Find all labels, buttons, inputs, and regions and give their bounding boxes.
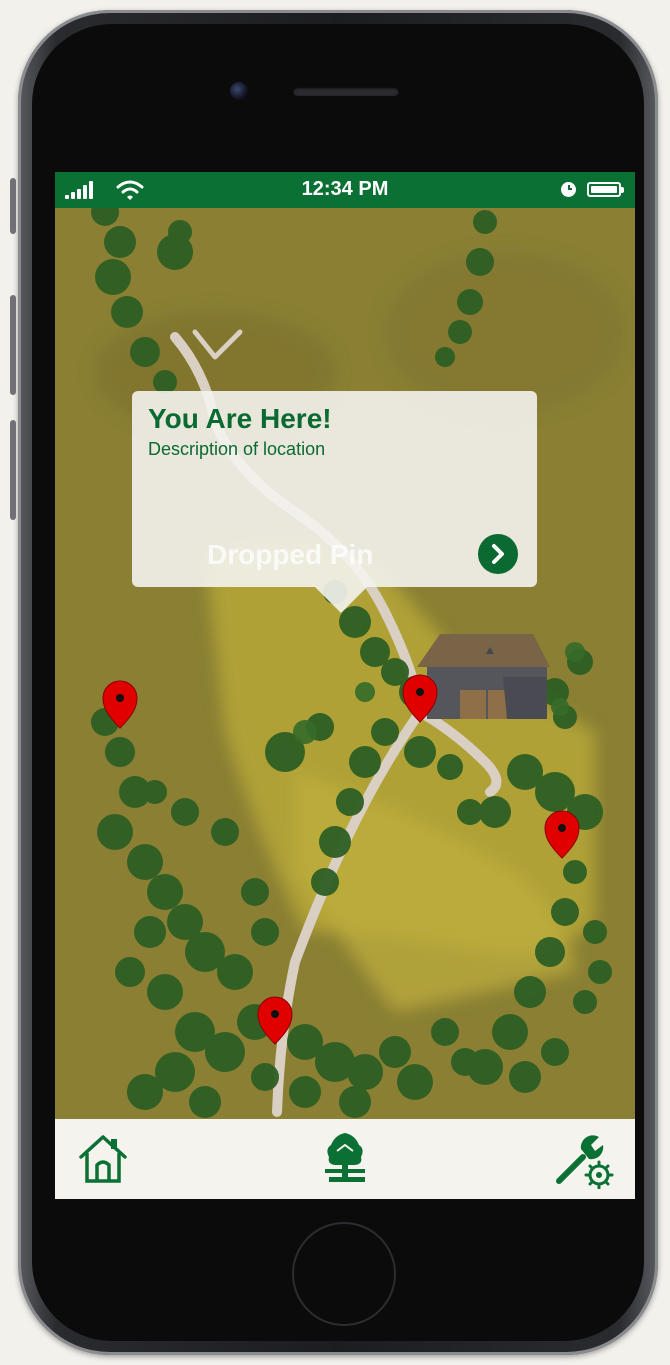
volume-up-button bbox=[10, 295, 16, 395]
tree-icon bbox=[325, 1133, 365, 1182]
volume-down-button bbox=[10, 420, 16, 520]
tab-bar bbox=[55, 1119, 635, 1199]
callout-description: Description of location bbox=[148, 439, 326, 459]
location-callout[interactable]: You Are Here! Description of location Dr… bbox=[132, 391, 537, 613]
mute-switch bbox=[10, 178, 16, 234]
dropped-pin-label: Dropped Pin bbox=[207, 539, 374, 570]
chevron-right-icon[interactable] bbox=[478, 534, 518, 574]
status-time: 12:34 PM bbox=[301, 178, 389, 200]
wrench-gear-icon bbox=[556, 1135, 614, 1190]
tab-home[interactable] bbox=[73, 1129, 133, 1189]
earpiece-speaker bbox=[293, 87, 399, 96]
screen: 12:34 PM You Are Here! Description of lo… bbox=[55, 172, 635, 1199]
status-bar: 12:34 PM bbox=[55, 172, 635, 208]
map-view[interactable] bbox=[55, 208, 635, 1119]
clock-icon bbox=[561, 182, 576, 197]
home-hardware-button[interactable] bbox=[292, 1222, 396, 1326]
callout-title: You Are Here! bbox=[148, 403, 332, 434]
home-icon bbox=[79, 1135, 127, 1183]
front-camera bbox=[230, 82, 248, 100]
barn bbox=[417, 634, 550, 719]
tab-settings[interactable] bbox=[555, 1129, 615, 1190]
battery-icon bbox=[587, 182, 624, 197]
tab-map[interactable] bbox=[315, 1129, 375, 1189]
